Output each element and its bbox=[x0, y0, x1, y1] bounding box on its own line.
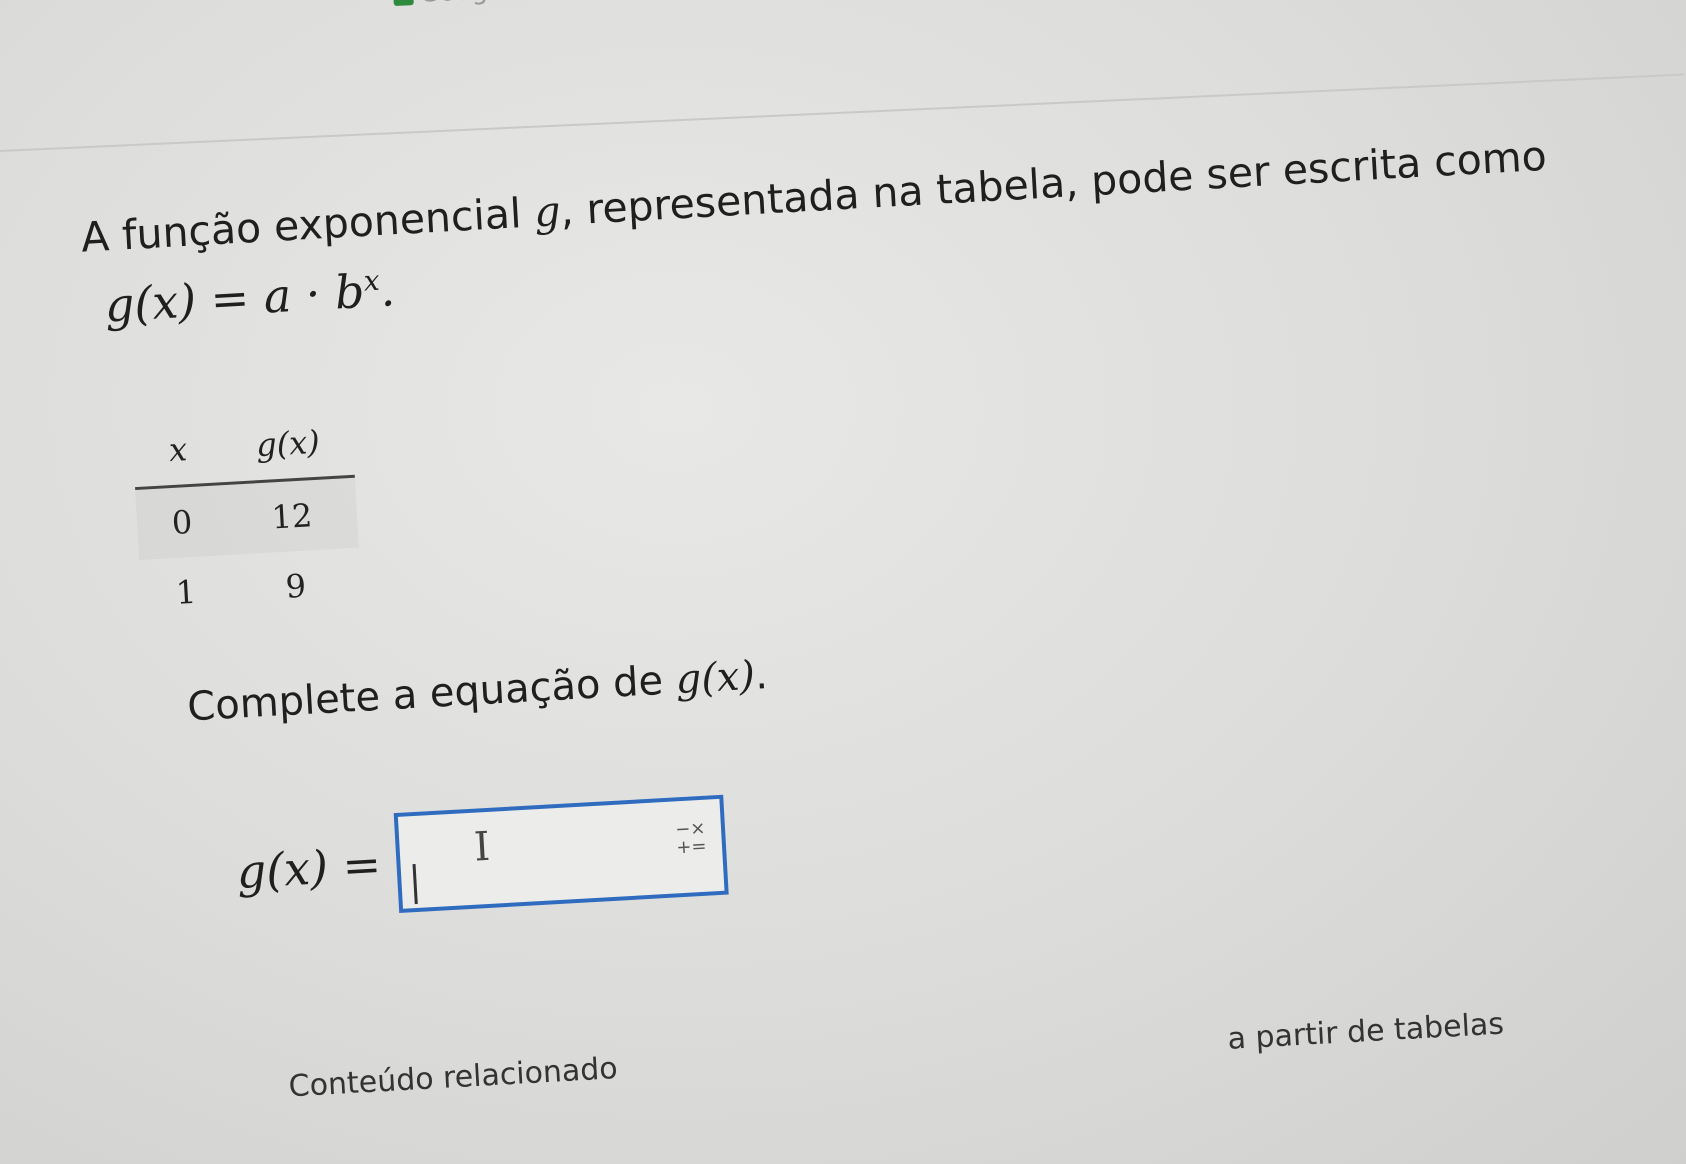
math-keypad-icon[interactable]: −× += bbox=[675, 818, 707, 859]
answer-row: g(x) = I −× += bbox=[234, 794, 730, 922]
question-formula: g(x) = a · bx. bbox=[103, 262, 396, 332]
question-text-after: , representada na tabela, pode ser escri… bbox=[559, 131, 1548, 235]
table-header-x: x bbox=[167, 430, 189, 470]
answer-input[interactable]: I −× += bbox=[394, 794, 730, 913]
question-text-before: A função exponencial bbox=[79, 188, 536, 262]
table-row: 0 12 bbox=[135, 478, 359, 560]
text-caret bbox=[412, 863, 419, 905]
formula-body: g(x) = a · b bbox=[103, 264, 366, 333]
question-text: A função exponencial g, representada na … bbox=[79, 123, 1640, 266]
instruction-label: Complete a equação de bbox=[186, 657, 677, 731]
instruction-math: g(x) bbox=[674, 652, 757, 704]
instruction-end: . bbox=[753, 652, 769, 699]
screen: Google A função exponencial g, represent… bbox=[0, 0, 1686, 1164]
question-function-name: g bbox=[532, 186, 562, 237]
exercise-content: A função exponencial g, representada na … bbox=[70, 0, 1686, 1138]
values-table: x g(x) 0 12 1 9 bbox=[131, 404, 363, 630]
table-cell: 12 bbox=[270, 496, 314, 537]
formula-end: . bbox=[378, 262, 397, 318]
related-content-label: Conteúdo relacionado bbox=[287, 1051, 619, 1105]
table-header-row: x g(x) bbox=[131, 404, 355, 491]
table-cell: 0 bbox=[170, 502, 194, 543]
instruction-text: Complete a equação de g(x). bbox=[186, 652, 769, 730]
table-header-g: g(x) bbox=[255, 422, 321, 465]
google-tab[interactable]: Google bbox=[392, 0, 512, 10]
answer-label: g(x) = bbox=[235, 836, 383, 899]
sheets-icon bbox=[392, 0, 414, 6]
table-cell: 1 bbox=[174, 572, 198, 612]
table-cell: 9 bbox=[284, 566, 308, 606]
google-tab-label: Google bbox=[419, 0, 512, 9]
formula-exponent: x bbox=[362, 263, 381, 298]
text-cursor-icon: I bbox=[472, 823, 492, 871]
table-row: 1 9 bbox=[139, 548, 363, 630]
related-content-link[interactable]: a partir de tabelas bbox=[1227, 1007, 1505, 1057]
